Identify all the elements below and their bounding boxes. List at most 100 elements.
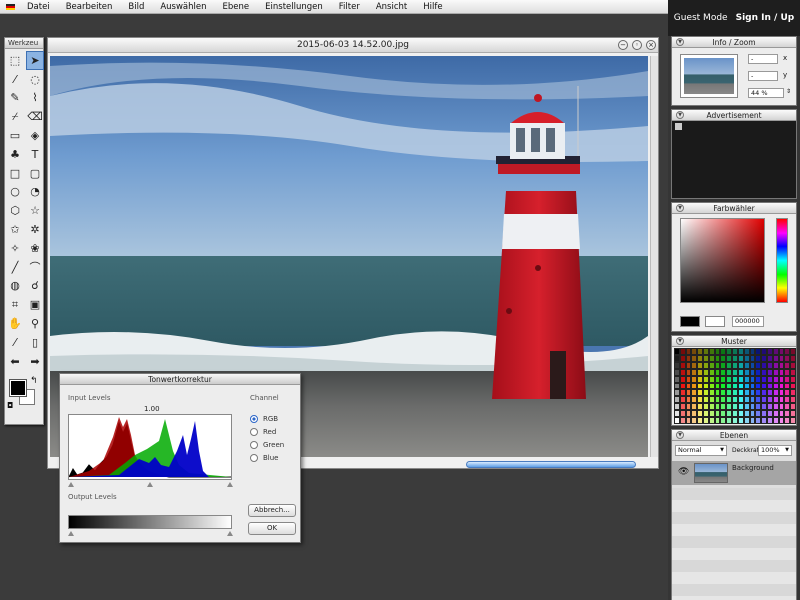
menu-bild[interactable]: Bild bbox=[128, 2, 144, 12]
layer-row[interactable]: 👁 Background bbox=[672, 461, 796, 485]
polygon-icon[interactable]: ⬡ bbox=[6, 201, 24, 220]
navigator-thumbnail[interactable] bbox=[680, 54, 738, 98]
text-icon[interactable]: T bbox=[26, 145, 44, 164]
collapse-icon[interactable]: ▼ bbox=[676, 111, 684, 119]
close-icon[interactable]: × bbox=[646, 40, 656, 50]
maximize-icon[interactable]: ◦ bbox=[632, 40, 642, 50]
zoom-icon[interactable]: ⚲ bbox=[26, 314, 44, 333]
radio-green[interactable] bbox=[250, 441, 258, 449]
menu-auswaehlen[interactable]: Auswählen bbox=[160, 2, 206, 12]
menu-datei[interactable]: Datei bbox=[27, 2, 50, 12]
eye-icon[interactable]: 👁 bbox=[678, 467, 689, 477]
gradient-icon[interactable]: ▭ bbox=[6, 126, 24, 145]
hex-input[interactable]: 000000 bbox=[732, 316, 764, 327]
color-swatch[interactable] bbox=[790, 348, 796, 355]
swatch-grid[interactable] bbox=[674, 348, 796, 424]
radio-rgb[interactable] bbox=[250, 415, 258, 423]
blur-icon[interactable]: ◍ bbox=[6, 277, 24, 296]
ok-button[interactable]: OK bbox=[248, 522, 296, 535]
channel-rgb-radio[interactable]: RGB bbox=[250, 415, 278, 423]
star-outline-icon[interactable]: ✩ bbox=[6, 220, 24, 239]
menu-einstellungen[interactable]: Einstellungen bbox=[265, 2, 323, 12]
crop-icon[interactable]: ⌗ bbox=[6, 295, 24, 314]
sparkle-icon[interactable]: ✲ bbox=[26, 220, 44, 239]
color-swatch[interactable] bbox=[790, 368, 796, 376]
foreground-color-swatch[interactable] bbox=[9, 378, 27, 397]
image-window-titlebar[interactable]: 2015-06-03 14.52.00.jpg − ◦ × bbox=[48, 38, 658, 53]
line-icon[interactable]: ╱ bbox=[6, 258, 24, 277]
color-swatch[interactable] bbox=[790, 403, 796, 411]
color-swatch[interactable] bbox=[790, 361, 796, 369]
current-bg-swatch[interactable] bbox=[705, 316, 725, 327]
current-fg-swatch[interactable] bbox=[680, 316, 700, 327]
zoom-stepper-icon[interactable]: ⇕ bbox=[786, 88, 791, 95]
menu-filter[interactable]: Filter bbox=[339, 2, 360, 12]
eraser-icon[interactable]: ⌫ bbox=[26, 107, 44, 126]
blend-mode-select[interactable]: Normal ▼ bbox=[675, 445, 727, 456]
hand-icon[interactable]: ✋ bbox=[6, 314, 24, 333]
menu-hilfe[interactable]: Hilfe bbox=[423, 2, 442, 12]
lasso-icon[interactable]: ◌ bbox=[26, 70, 44, 89]
channel-blue-radio[interactable]: Blue bbox=[250, 454, 279, 462]
menu-ebene[interactable]: Ebene bbox=[223, 2, 250, 12]
ellipse-icon[interactable]: ○ bbox=[6, 183, 24, 202]
zoom-input[interactable]: 44 % bbox=[748, 88, 784, 98]
move-icon[interactable]: ➤ bbox=[26, 51, 44, 70]
vertical-scrollbar[interactable] bbox=[650, 56, 658, 457]
color-swatch[interactable] bbox=[790, 375, 796, 383]
pencil-icon[interactable]: ✎ bbox=[6, 89, 24, 108]
color-swatch[interactable] bbox=[790, 389, 796, 397]
sign-in-link[interactable]: Sign In / Up bbox=[736, 13, 795, 23]
rounded-rect-icon[interactable]: ▢ bbox=[26, 164, 44, 183]
arrow-left-icon[interactable]: ⬅ bbox=[6, 352, 24, 371]
custom-shape-icon[interactable]: ✧ bbox=[6, 239, 24, 258]
opacity-input[interactable]: 100% ▼ bbox=[758, 445, 792, 456]
levels-dialog-title[interactable]: Tonwertkorrektur bbox=[60, 374, 300, 385]
rectangle-icon[interactable]: □ bbox=[6, 164, 24, 183]
marquee-icon[interactable]: ⬚ bbox=[6, 51, 24, 70]
horizontal-scrollbar[interactable] bbox=[466, 461, 636, 468]
radio-blue[interactable] bbox=[250, 454, 258, 462]
shape-icon[interactable]: ◔ bbox=[26, 183, 44, 202]
smudge-icon[interactable]: ☌ bbox=[26, 277, 44, 296]
channel-green-radio[interactable]: Green bbox=[250, 441, 284, 449]
curve-icon[interactable]: ⌒ bbox=[26, 258, 44, 277]
color-swatch[interactable] bbox=[790, 382, 796, 390]
resize-icon[interactable]: ▣ bbox=[26, 295, 44, 314]
info-zoom-title[interactable]: ▼ Info / Zoom bbox=[672, 37, 796, 48]
input-black-slider[interactable] bbox=[68, 482, 74, 487]
color-swatch[interactable] bbox=[790, 396, 796, 404]
bucket-icon[interactable]: ◈ bbox=[26, 126, 44, 145]
menu-ansicht[interactable]: Ansicht bbox=[376, 2, 407, 12]
brush-icon[interactable]: ⌇ bbox=[26, 89, 44, 108]
output-white-slider[interactable] bbox=[227, 531, 233, 536]
minimize-icon[interactable]: − bbox=[618, 40, 628, 50]
collapse-icon[interactable]: ▼ bbox=[676, 38, 684, 46]
output-black-slider[interactable] bbox=[68, 531, 74, 536]
arrow-right-icon[interactable]: ➡ bbox=[26, 352, 44, 371]
menu-bearbeiten[interactable]: Bearbeiten bbox=[66, 2, 113, 12]
flower-icon[interactable]: ❀ bbox=[26, 239, 44, 258]
collapse-icon[interactable]: ▼ bbox=[676, 337, 684, 345]
cancel-button[interactable]: Abbrech... bbox=[248, 504, 296, 517]
collapse-icon[interactable]: ▼ bbox=[676, 204, 684, 212]
radio-red[interactable] bbox=[250, 428, 258, 436]
stamp-icon[interactable]: ♣ bbox=[6, 145, 24, 164]
clone-icon[interactable]: ⌿ bbox=[6, 107, 24, 126]
channel-red-radio[interactable]: Red bbox=[250, 428, 276, 436]
input-white-slider[interactable] bbox=[227, 482, 233, 487]
magic-wand-icon[interactable]: ⁄ bbox=[6, 70, 24, 89]
advertisement-title[interactable]: ▼ Advertisement bbox=[672, 110, 796, 121]
eyedropper-icon[interactable]: ⁄ bbox=[6, 333, 24, 352]
color-swatch[interactable] bbox=[790, 354, 796, 362]
hue-slider[interactable] bbox=[776, 218, 788, 303]
swatches-title[interactable]: ▼ Muster bbox=[672, 336, 796, 347]
color-swatch[interactable] bbox=[790, 417, 796, 424]
star-icon[interactable]: ☆ bbox=[26, 201, 44, 220]
swap-colors-icon[interactable]: ↰ bbox=[30, 376, 38, 386]
layers-title[interactable]: ▼ Ebenen bbox=[672, 430, 796, 441]
trash-icon[interactable]: ▯ bbox=[26, 333, 44, 352]
reset-colors-icon[interactable]: ◘ bbox=[7, 401, 13, 410]
collapse-icon[interactable]: ▼ bbox=[676, 431, 684, 439]
input-gamma-slider[interactable] bbox=[147, 482, 153, 487]
